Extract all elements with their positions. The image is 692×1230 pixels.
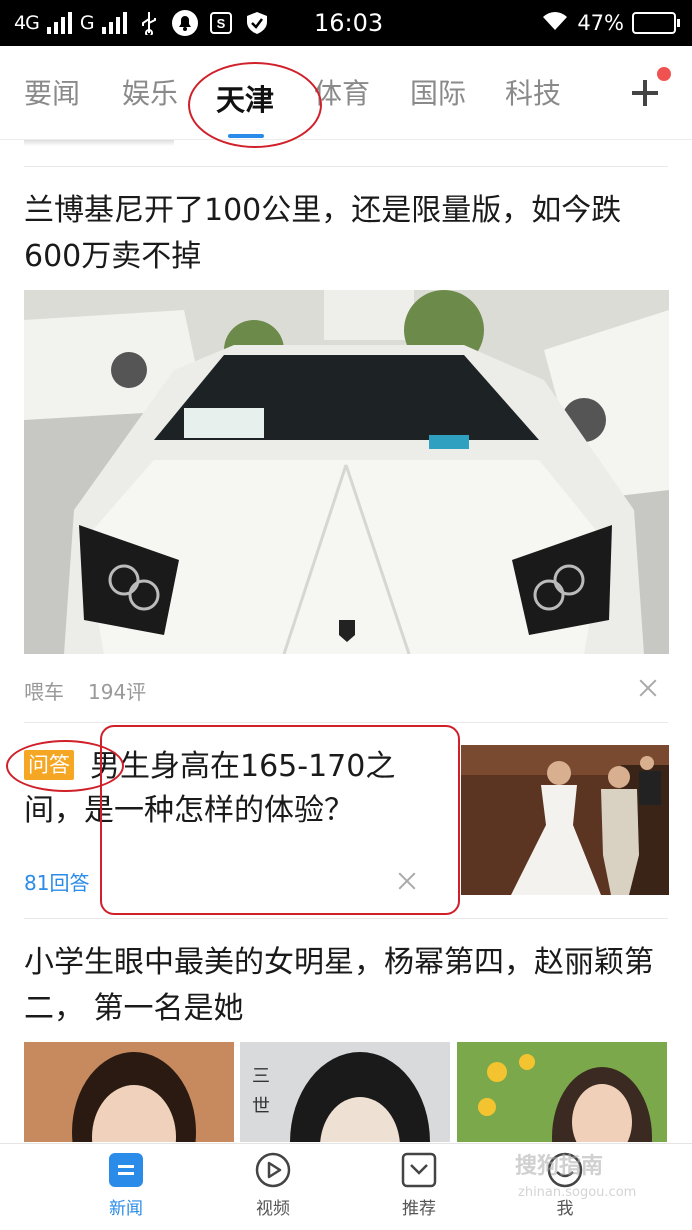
article-title[interactable]: 兰博基尼开了100公里，还是限量版，如今跌600万卖不掉	[24, 188, 674, 280]
divider	[24, 722, 668, 723]
nav-recommend[interactable]: 推荐	[374, 1152, 464, 1219]
previous-item-remnant	[24, 140, 174, 146]
new-badge-dot	[657, 67, 671, 81]
nav-news-label: 新闻	[109, 1199, 143, 1219]
signal-strength-icon	[46, 12, 72, 34]
s-app-icon: S	[207, 9, 235, 37]
article-image-car[interactable]	[24, 290, 669, 654]
active-tab-indicator	[228, 134, 264, 138]
news-icon	[109, 1153, 143, 1187]
nav-video[interactable]: 视频	[228, 1152, 318, 1219]
article-title[interactable]: 小学生眼中最美的女明星，杨幂第四，赵丽颖第二， 第一名是她	[24, 940, 674, 1032]
article-source[interactable]: 喂车	[24, 676, 64, 705]
dismiss-close-icon[interactable]	[639, 679, 657, 697]
clock: 16:03	[314, 9, 384, 37]
battery-icon	[632, 12, 680, 34]
usb-icon	[135, 9, 163, 37]
tab-guoji[interactable]: 国际	[410, 76, 466, 112]
qa-thumbnail-wedding[interactable]	[461, 745, 669, 895]
dismiss-close-icon[interactable]	[398, 872, 416, 890]
wifi-icon	[541, 10, 569, 37]
status-bar: 4G G S 16:03 47%	[0, 0, 692, 46]
watermark: 搜狗指南	[515, 1154, 604, 1179]
svg-text:三: 三	[252, 1066, 270, 1087]
battery-percent: 47%	[577, 11, 624, 35]
recommend-icon	[401, 1152, 437, 1188]
shield-check-icon	[243, 9, 271, 37]
qa-badge: 问答	[24, 750, 74, 780]
channel-tab-bar: 要闻 娱乐 天津 体育 国际 科技	[0, 46, 692, 140]
tab-keji[interactable]: 科技	[505, 76, 561, 112]
article-thumbnail-2[interactable]: 三 世	[240, 1042, 450, 1142]
tab-yaowen[interactable]: 要闻	[24, 76, 80, 112]
video-play-icon	[255, 1152, 291, 1188]
qa-title[interactable]: 男生身高在165-170之间，是一种怎样的体验？	[24, 745, 444, 833]
comment-count[interactable]: 194评	[88, 676, 146, 705]
article-thumbnail-3[interactable]	[457, 1042, 667, 1142]
tab-tianjin[interactable]: 天津	[216, 82, 274, 118]
signal-strength-icon-2	[101, 12, 127, 34]
answer-count[interactable]: 81回答	[24, 867, 89, 896]
notification-bell-icon	[171, 9, 199, 37]
nav-video-label: 视频	[256, 1199, 290, 1219]
network-type-label: 4G	[14, 12, 40, 34]
nav-news[interactable]: 新闻	[81, 1152, 171, 1219]
network-type-label-2: G	[79, 12, 95, 34]
article-thumbnail-1[interactable]	[24, 1042, 234, 1142]
add-channel-plus-icon[interactable]	[628, 76, 662, 110]
divider	[24, 166, 668, 167]
tab-yule[interactable]: 娱乐	[122, 76, 178, 112]
nav-recommend-label: 推荐	[402, 1199, 436, 1219]
svg-text:世: 世	[252, 1096, 270, 1117]
watermark-url: zhinan.sogou.com	[518, 1185, 637, 1200]
tab-tiyu[interactable]: 体育	[314, 76, 370, 112]
divider	[24, 918, 668, 919]
svg-text:S: S	[216, 16, 225, 31]
